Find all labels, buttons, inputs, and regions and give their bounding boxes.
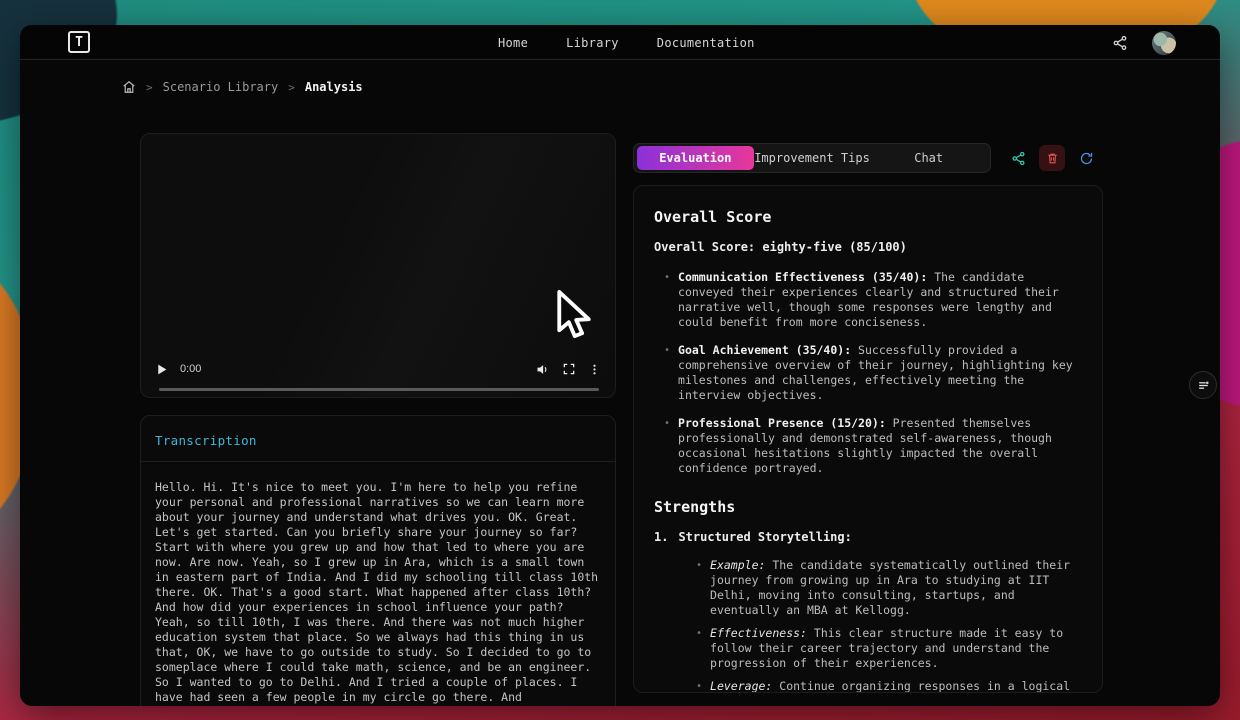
breadcrumb-current: Analysis — [305, 80, 363, 94]
main-nav: Home Library Documentation — [498, 25, 755, 60]
video-controls: 0:00 — [141, 355, 615, 383]
strength-item: 1. Structured Storytelling: — [654, 530, 1082, 544]
share-evaluation-button[interactable] — [1005, 145, 1031, 171]
score-item: • Communication Effectiveness (35/40): T… — [664, 270, 1082, 330]
video-time: 0:00 — [180, 363, 201, 375]
play-button[interactable] — [155, 363, 168, 376]
overall-score-value: Overall Score: eighty-five (85/100) — [654, 240, 1082, 254]
user-avatar[interactable] — [1152, 31, 1176, 55]
strengths-heading: Strengths — [654, 498, 1082, 516]
more-options-icon[interactable] — [588, 363, 601, 376]
topbar-actions — [1112, 25, 1176, 60]
nav-link-home[interactable]: Home — [498, 36, 528, 50]
overall-score-heading: Overall Score — [654, 208, 1082, 226]
transcription-panel: Transcription Hello. Hi. It's nice to me… — [140, 415, 616, 706]
breadcrumb-separator: > — [288, 81, 295, 94]
app-window: T Home Library Documentation > Scenario … — [20, 25, 1220, 706]
tab-chat[interactable]: Chat — [870, 146, 987, 170]
home-icon[interactable] — [122, 80, 136, 94]
evaluation-tabs-row: Evaluation Improvement Tips Chat — [633, 143, 1103, 173]
score-item: • Professional Presence (15/20): Present… — [664, 416, 1082, 476]
breadcrumb: > Scenario Library > Analysis — [122, 80, 363, 94]
strength-point: • Effectiveness: This clear structure ma… — [696, 626, 1082, 671]
strength-point: • Example: The candidate systematically … — [696, 558, 1082, 618]
tab-evaluation[interactable]: Evaluation — [637, 146, 754, 170]
transcription-header: Transcription — [141, 416, 615, 462]
strength-point: • Leverage: Continue organizing response… — [696, 679, 1082, 693]
tab-group: Evaluation Improvement Tips Chat — [633, 143, 991, 173]
transcription-title: Transcription — [155, 433, 257, 448]
video-player[interactable]: 0:00 — [140, 133, 616, 398]
list-settings-icon — [1197, 379, 1210, 392]
top-navigation-bar: T Home Library Documentation — [20, 25, 1220, 60]
refresh-button[interactable] — [1073, 145, 1099, 171]
delete-button[interactable] — [1039, 145, 1065, 171]
transcript-text: Hello. Hi. It's nice to meet you. I'm he… — [141, 462, 615, 706]
breadcrumb-separator: > — [146, 81, 153, 94]
volume-icon[interactable] — [535, 362, 550, 377]
tab-actions — [1005, 145, 1099, 171]
app-logo[interactable]: T — [68, 31, 90, 53]
evaluation-panel: Overall Score Overall Score: eighty-five… — [633, 185, 1103, 693]
breadcrumb-scenario-library[interactable]: Scenario Library — [163, 80, 279, 94]
share-icon[interactable] — [1112, 35, 1128, 51]
fullscreen-icon[interactable] — [562, 362, 576, 376]
nav-link-library[interactable]: Library — [566, 36, 619, 50]
video-progress-bar[interactable] — [159, 388, 599, 391]
score-item: • Goal Achievement (35/40): Successfully… — [664, 343, 1082, 403]
tab-improvement-tips[interactable]: Improvement Tips — [754, 146, 871, 170]
nav-link-documentation[interactable]: Documentation — [657, 36, 755, 50]
side-panel-toggle-button[interactable] — [1189, 371, 1217, 399]
